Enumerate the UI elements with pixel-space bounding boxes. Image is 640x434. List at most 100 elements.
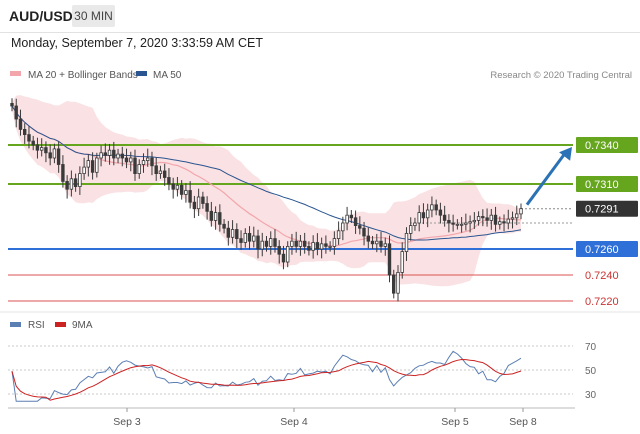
candle-body bbox=[247, 232, 252, 242]
ma20-legend-swatch bbox=[10, 71, 21, 76]
candle-body bbox=[22, 128, 27, 135]
ma9-legend-label: 9MA bbox=[72, 320, 93, 331]
candle-body bbox=[226, 227, 230, 238]
candle-body bbox=[69, 178, 74, 190]
candle-body bbox=[52, 148, 57, 159]
candle-body bbox=[239, 238, 243, 243]
rsi-tick-label: 70 bbox=[585, 342, 597, 353]
bollinger-bands bbox=[12, 95, 521, 287]
candle-body bbox=[56, 148, 61, 165]
candle-body bbox=[485, 217, 489, 221]
candle-body bbox=[205, 203, 209, 212]
candle-body bbox=[277, 245, 281, 255]
candle-body bbox=[171, 183, 175, 190]
candle-body bbox=[230, 229, 235, 238]
candle-body bbox=[421, 212, 426, 219]
candle-body bbox=[455, 223, 460, 226]
candle-body bbox=[44, 147, 48, 154]
candle-body bbox=[459, 223, 464, 226]
candle-body bbox=[124, 157, 129, 163]
candle-body bbox=[294, 240, 298, 247]
candle-body bbox=[31, 140, 35, 146]
candle-body bbox=[290, 240, 294, 247]
candle-body bbox=[417, 212, 421, 224]
candle-body bbox=[167, 177, 171, 185]
candle-body bbox=[218, 212, 222, 225]
candle-body bbox=[391, 274, 396, 294]
candle-body bbox=[404, 232, 409, 252]
candle-body bbox=[18, 118, 23, 130]
candle-body bbox=[506, 218, 510, 224]
research-credit: Research © 2020 Trading Central bbox=[490, 70, 632, 81]
candle-body bbox=[158, 170, 163, 174]
candle-body bbox=[35, 144, 40, 151]
candle-body bbox=[493, 214, 498, 225]
candle-body bbox=[260, 240, 264, 250]
candle-body bbox=[307, 245, 311, 251]
ma50-legend-swatch bbox=[136, 71, 147, 76]
x-tick-label: Sep 3 bbox=[113, 416, 141, 428]
candle-body bbox=[273, 238, 277, 247]
candle-body bbox=[302, 240, 307, 247]
candle-body bbox=[447, 219, 451, 224]
candle-body bbox=[285, 245, 290, 263]
candle-body bbox=[129, 157, 133, 163]
candle-body bbox=[107, 149, 112, 156]
candle-body bbox=[154, 165, 158, 175]
candle-body bbox=[370, 240, 375, 245]
rsi-legend-swatch bbox=[10, 322, 21, 327]
resistance-label-0.7310: 0.7310 bbox=[576, 176, 638, 192]
candle-body bbox=[442, 214, 447, 221]
candle-body bbox=[48, 152, 52, 159]
candle-body bbox=[489, 214, 493, 221]
candle-body bbox=[264, 240, 269, 247]
candle-body bbox=[349, 214, 353, 219]
candle-body bbox=[196, 196, 201, 210]
resistance-label-text: 0.7340 bbox=[585, 140, 619, 152]
candle-body bbox=[408, 225, 413, 234]
candle-body bbox=[438, 209, 443, 216]
candle-body bbox=[400, 251, 404, 273]
candle-body bbox=[86, 160, 90, 168]
candle-body bbox=[387, 243, 392, 276]
ma50-legend-label: MA 50 bbox=[153, 70, 182, 81]
candle-body bbox=[345, 214, 349, 224]
candle-body bbox=[188, 190, 192, 203]
candle-body bbox=[222, 223, 226, 229]
resistance-label-text: 0.7310 bbox=[585, 179, 619, 191]
candle-body bbox=[145, 157, 150, 161]
candle-body bbox=[27, 134, 31, 142]
support_minor-label-text: 0.7220 bbox=[585, 296, 619, 308]
candle-body bbox=[481, 216, 485, 219]
x-tick-label: Sep 5 bbox=[441, 416, 469, 428]
candle-body bbox=[362, 227, 366, 237]
candle-body bbox=[311, 242, 315, 251]
candle-body bbox=[243, 232, 247, 243]
candle-body bbox=[61, 164, 65, 182]
candle-body bbox=[14, 105, 18, 120]
support-label-text: 0.7260 bbox=[585, 244, 619, 256]
candle-body bbox=[379, 240, 383, 247]
ma20-legend-label: MA 20 + Bollinger Bands bbox=[28, 70, 138, 81]
candle-body bbox=[281, 253, 286, 263]
candle-body bbox=[82, 166, 86, 175]
candle-body bbox=[451, 222, 455, 225]
candle-body bbox=[430, 204, 434, 211]
candle-body bbox=[375, 240, 379, 245]
candle-body bbox=[201, 196, 205, 204]
candle-body bbox=[468, 221, 472, 224]
candle-body bbox=[95, 157, 99, 173]
support_minor-label-0.7240: 0.7240 bbox=[585, 270, 619, 282]
candle-body bbox=[150, 157, 154, 167]
support_minor-label-0.7220: 0.7220 bbox=[585, 296, 619, 308]
resistance-label-0.7340: 0.7340 bbox=[576, 137, 638, 153]
rsi-tick-label: 50 bbox=[585, 366, 597, 377]
candle-body bbox=[192, 201, 197, 210]
candle-body bbox=[319, 243, 324, 250]
candle-body bbox=[116, 153, 120, 159]
candle-body bbox=[519, 208, 523, 215]
candle-body bbox=[464, 222, 468, 225]
candle-body bbox=[120, 153, 124, 159]
candle-body bbox=[413, 222, 417, 226]
candle-body bbox=[366, 235, 370, 242]
